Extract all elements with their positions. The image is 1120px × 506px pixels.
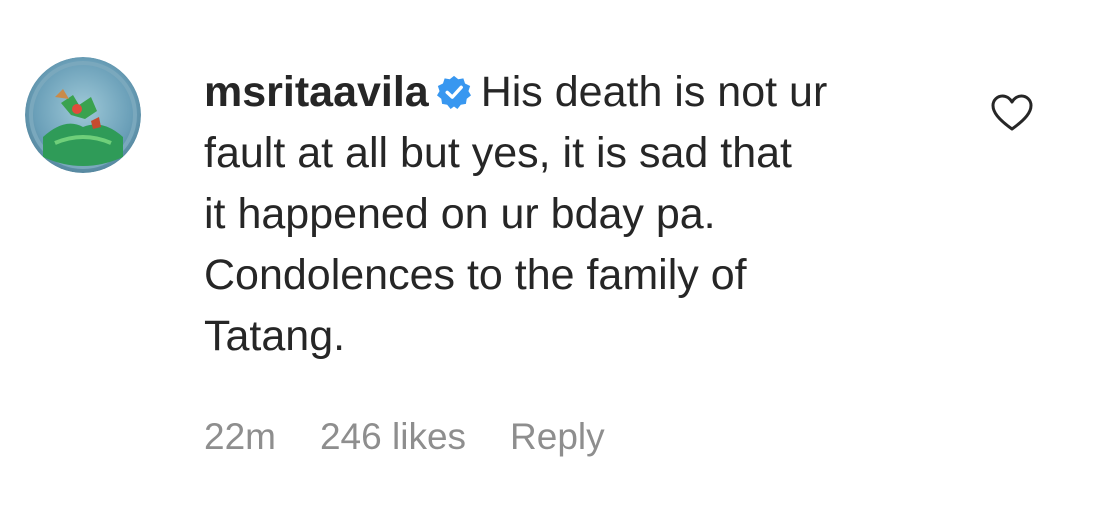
avatar[interactable] bbox=[25, 57, 141, 173]
comment-first-line: msritaavila His death is not ur bbox=[204, 62, 964, 123]
comment-line-2: fault at all but yes, it is sad that bbox=[204, 129, 792, 177]
heart-outline-icon bbox=[991, 94, 1033, 131]
comment-line-5: Tatang. bbox=[204, 312, 346, 360]
likes-count[interactable]: 246 likes bbox=[320, 416, 466, 458]
comment: msritaavila His death is not ur fault at … bbox=[0, 0, 1120, 506]
like-button[interactable] bbox=[990, 93, 1034, 133]
comment-line-1: His death is not ur bbox=[480, 68, 828, 116]
comment-line-4: Condolences to the family of bbox=[204, 251, 747, 299]
comment-text: msritaavila His death is not ur fault at … bbox=[204, 62, 964, 367]
comment-time[interactable]: 22m bbox=[204, 416, 276, 458]
username-link[interactable]: msritaavila bbox=[204, 68, 429, 116]
comment-line-3: it happened on ur bday pa. bbox=[204, 190, 716, 238]
avatar-image bbox=[25, 57, 141, 173]
verified-badge-icon bbox=[436, 75, 471, 109]
reply-button[interactable]: Reply bbox=[510, 416, 605, 458]
comment-meta: 22m 246 likes Reply bbox=[204, 412, 649, 462]
